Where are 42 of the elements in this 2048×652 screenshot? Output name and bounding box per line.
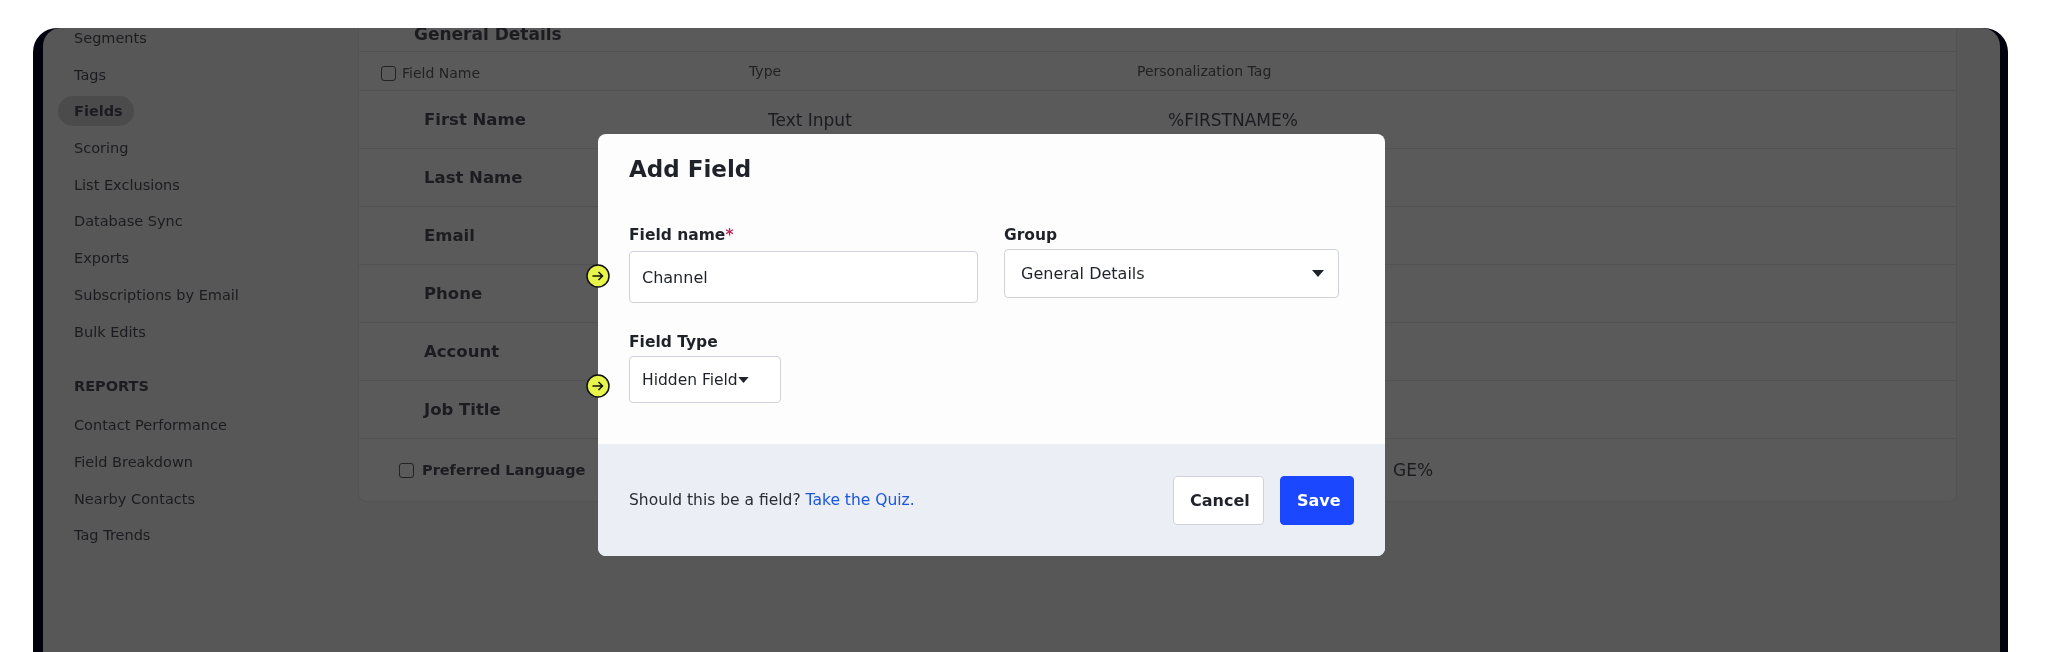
table-cell: Job Title xyxy=(424,400,501,419)
checkbox[interactable] xyxy=(381,65,396,81)
field-label: Field Type xyxy=(629,333,719,351)
sidebar-item[interactable]: Contact Performance xyxy=(74,407,358,444)
table-cell: First Name xyxy=(424,110,526,129)
caret-icon xyxy=(1312,270,1324,277)
quiz-link[interactable]: Take the Quiz. xyxy=(805,491,915,509)
table-cell: Preferred Language xyxy=(422,462,586,478)
sidebar-item[interactable]: Exports xyxy=(74,240,358,277)
sidebar-item[interactable]: List Exclusions xyxy=(74,166,358,204)
checkbox[interactable] xyxy=(399,462,414,478)
sidebar-item[interactable]: Tags xyxy=(74,56,358,94)
input-field[interactable]: Channel xyxy=(629,251,978,303)
dialog-title: Add Field xyxy=(629,156,753,182)
sidebar-item[interactable]: Nearby Contacts xyxy=(74,480,358,518)
sidebar-item[interactable]: Field Breakdown xyxy=(74,443,358,481)
sidebar-item[interactable]: Subscriptions by Email xyxy=(74,276,358,314)
field-label: Field name* xyxy=(629,226,735,244)
sidebar-item[interactable]: Segments xyxy=(74,28,358,57)
column-header: Field Name xyxy=(402,65,481,81)
table-cell: %FIRSTNAME% xyxy=(1168,109,1298,130)
table-cell: Last Name xyxy=(424,168,523,187)
save-button[interactable]: Save xyxy=(1280,475,1354,525)
sidebar-item[interactable]: Database Sync xyxy=(74,203,358,241)
field-label: Group xyxy=(1004,226,1059,244)
type-dropdown[interactable]: Hidden Field xyxy=(629,356,781,403)
table-cell: Phone xyxy=(424,284,483,303)
table-cell: Email xyxy=(424,226,475,245)
cancel-button[interactable]: Cancel xyxy=(1173,475,1264,525)
sidebar-item[interactable]: Tag Trends xyxy=(74,517,358,554)
group-title: General Details xyxy=(359,28,1956,52)
footer-text: Should this be a field? Take the Quiz. xyxy=(629,491,915,509)
sidebar-item[interactable]: Bulk Edits xyxy=(74,313,358,351)
column-header: Type xyxy=(749,63,782,79)
group-dropdown[interactable]: General Details xyxy=(1004,249,1339,298)
sidebar-item[interactable]: Scoring xyxy=(74,130,358,167)
column-header: Personalization Tag xyxy=(1137,63,1272,79)
table-cell: Account xyxy=(424,342,500,361)
table-cell: GE% xyxy=(1393,460,1434,480)
caret-icon xyxy=(737,376,749,383)
section-heading: REPORTS xyxy=(74,377,150,397)
table-cell: Text Input xyxy=(768,109,852,130)
